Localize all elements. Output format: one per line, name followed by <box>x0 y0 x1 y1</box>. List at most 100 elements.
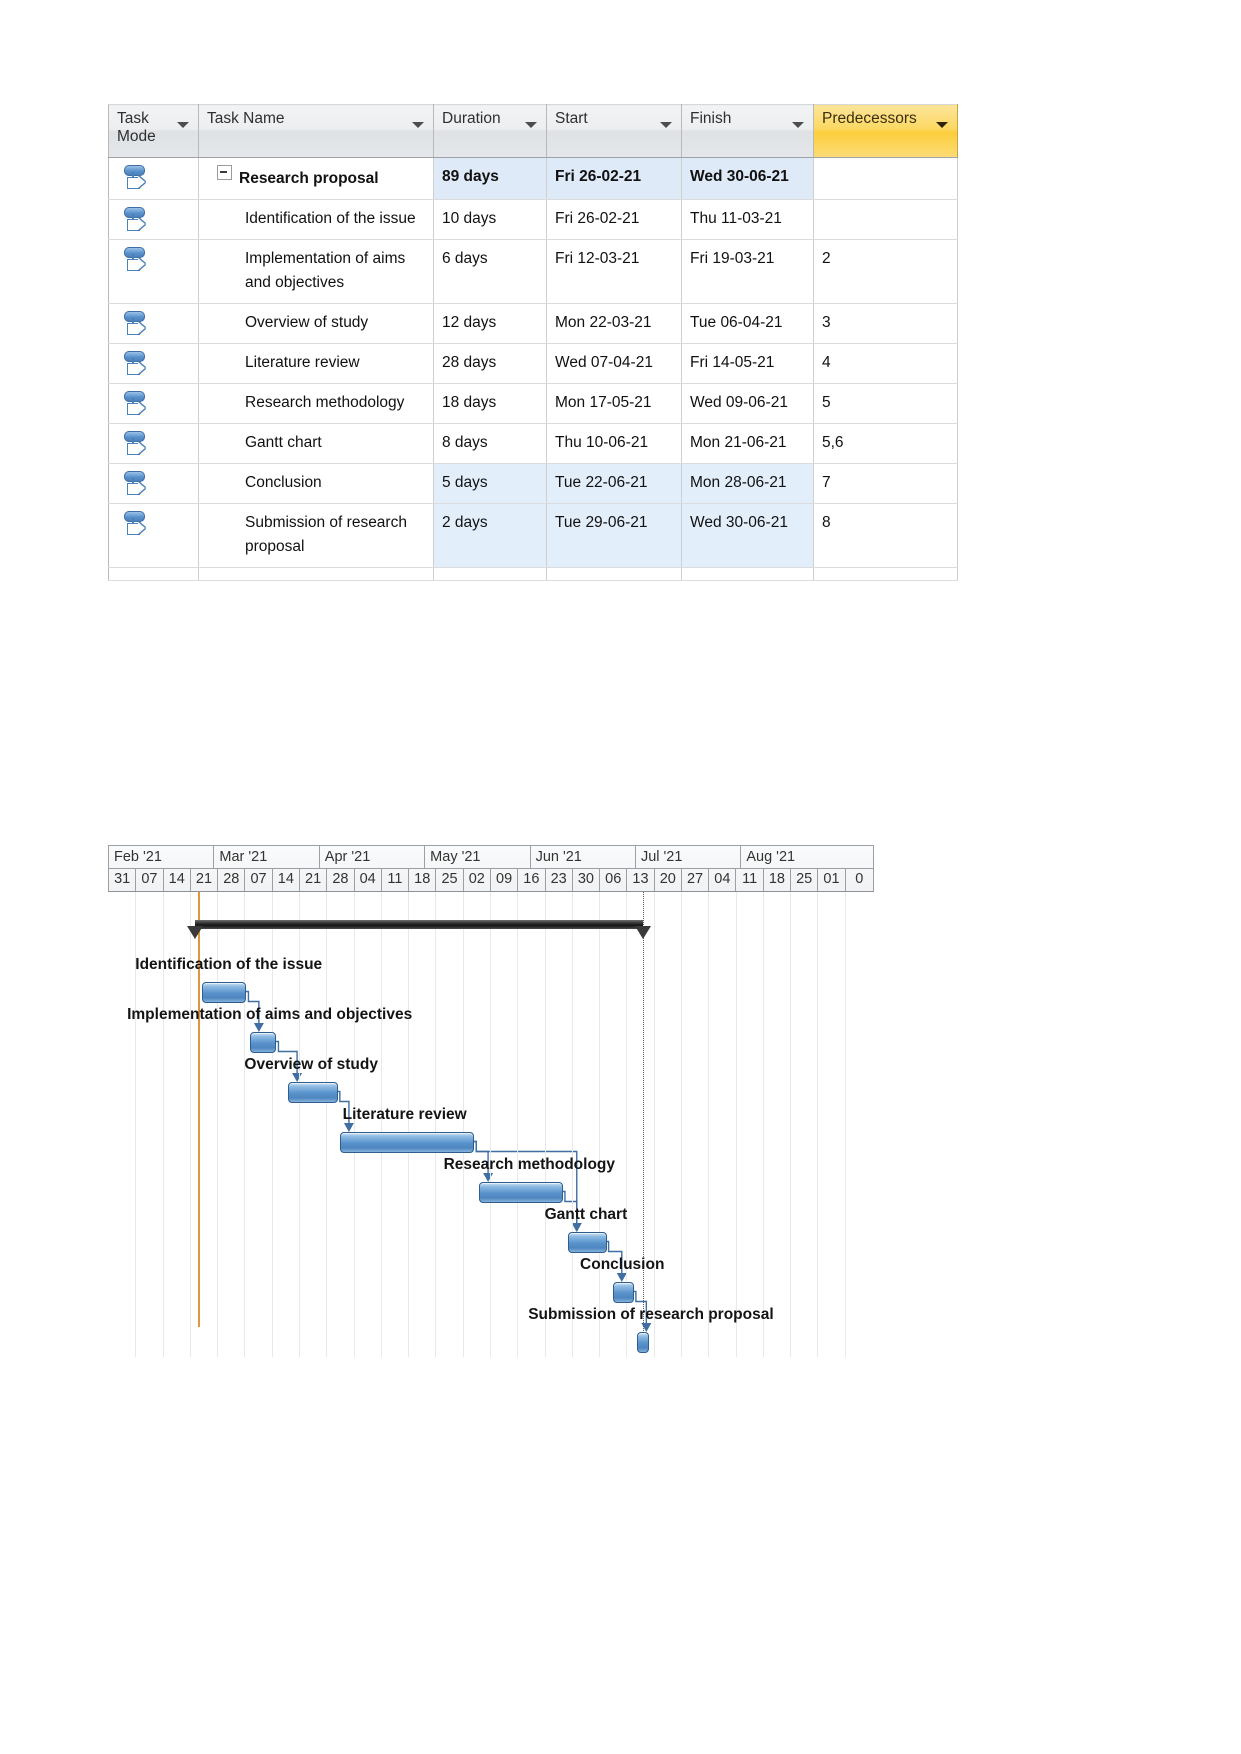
cell-finish[interactable]: Wed 30-06-21 <box>681 503 814 568</box>
table-row-empty[interactable] <box>108 567 958 581</box>
column-header-start[interactable]: Start <box>546 104 682 158</box>
cell-start[interactable]: Mon 22-03-21 <box>546 303 682 344</box>
cell-task-name[interactable]: Identification of the issue <box>198 199 434 240</box>
cell-predecessors[interactable] <box>813 157 958 200</box>
table-row[interactable]: Overview of study 12 days Mon 22-03-21 Tue … <box>108 303 958 344</box>
start-text: Mon 17-05-21 <box>555 394 652 411</box>
gantt-task-bar[interactable] <box>637 1332 650 1353</box>
auto-schedule-icon[interactable] <box>123 510 149 536</box>
cell-predecessors[interactable] <box>813 199 958 240</box>
table-row[interactable]: Submission of research proposal 2 days Tue… <box>108 503 958 568</box>
cell-task-name[interactable]: Literature review <box>198 343 434 384</box>
table-row[interactable]: Research proposal 89 days Fri 26-02-21 Wed … <box>108 157 958 200</box>
cell-task-name[interactable]: Gantt chart <box>198 423 434 464</box>
table-row[interactable]: Identification of the issue 10 days Fri 26… <box>108 199 958 240</box>
cell-duration[interactable]: 5 days <box>433 463 547 504</box>
cell-start[interactable]: Fri 26-02-21 <box>546 157 682 200</box>
timescale-week-cell: 14 <box>164 869 191 891</box>
cell-start[interactable]: Tue 29-06-21 <box>546 503 682 568</box>
cell-finish[interactable]: Mon 21-06-21 <box>681 423 814 464</box>
collapse-toggle-icon[interactable] <box>217 165 232 180</box>
cell-finish[interactable]: Fri 14-05-21 <box>681 343 814 384</box>
cell-task-mode[interactable] <box>108 503 199 568</box>
cell-task-mode[interactable] <box>108 239 199 304</box>
cell-finish[interactable]: Wed 30-06-21 <box>681 157 814 200</box>
cell-finish[interactable]: Wed 09-06-21 <box>681 383 814 424</box>
auto-schedule-icon[interactable] <box>123 390 149 416</box>
cell-start[interactable]: Tue 22-06-21 <box>546 463 682 504</box>
table-row[interactable]: Research methodology 18 days Mon 17-05-21 W… <box>108 383 958 424</box>
gantt-task-bar[interactable] <box>202 982 247 1003</box>
filter-arrow-icon[interactable] <box>936 122 948 128</box>
cell-task-mode[interactable] <box>108 303 199 344</box>
cell-predecessors[interactable]: 5 <box>813 383 958 424</box>
gantt-task-bar[interactable] <box>288 1082 338 1103</box>
auto-schedule-icon[interactable] <box>123 164 149 190</box>
cell-task-name[interactable]: Submission of research proposal <box>198 503 434 568</box>
column-header-task-name[interactable]: Task Name <box>198 104 434 158</box>
gantt-task-bar[interactable] <box>339 1132 475 1153</box>
cell-start[interactable]: Fri 26-02-21 <box>546 199 682 240</box>
auto-schedule-icon[interactable] <box>123 470 149 496</box>
cell-task-mode[interactable] <box>108 199 199 240</box>
cell-predecessors[interactable]: 3 <box>813 303 958 344</box>
cell-start[interactable]: Mon 17-05-21 <box>546 383 682 424</box>
cell-task-mode[interactable] <box>108 343 199 384</box>
auto-schedule-icon[interactable] <box>123 350 149 376</box>
cell-predecessors[interactable]: 4 <box>813 343 958 384</box>
table-row[interactable]: Gantt chart 8 days Thu 10-06-21 Mon 21-06-2… <box>108 423 958 464</box>
cell-task-mode[interactable] <box>108 157 199 200</box>
cell-duration[interactable]: 89 days <box>433 157 547 200</box>
gantt-link-arrow <box>292 1073 303 1082</box>
gantt-task-bar[interactable] <box>249 1032 277 1053</box>
gantt-task-bar[interactable] <box>479 1182 563 1203</box>
cell-task-mode[interactable] <box>108 463 199 504</box>
column-header-duration[interactable]: Duration <box>433 104 547 158</box>
cell-finish[interactable]: Fri 19-03-21 <box>681 239 814 304</box>
cell-task-name[interactable]: Overview of study <box>198 303 434 344</box>
cell-start[interactable]: Wed 07-04-21 <box>546 343 682 384</box>
table-row[interactable]: Conclusion 5 days Tue 22-06-21 Mon 28-06-21… <box>108 463 958 504</box>
table-row[interactable]: Implementation of aims and objectives 6 d… <box>108 239 958 304</box>
gantt-task-bar[interactable] <box>567 1232 607 1253</box>
cell-finish[interactable]: Thu 11-03-21 <box>681 199 814 240</box>
filter-arrow-icon[interactable] <box>412 122 424 128</box>
auto-schedule-icon[interactable] <box>123 206 149 232</box>
cell-duration[interactable]: 10 days <box>433 199 547 240</box>
auto-schedule-icon[interactable] <box>123 430 149 456</box>
filter-arrow-icon[interactable] <box>525 122 537 128</box>
filter-arrow-icon[interactable] <box>660 122 672 128</box>
cell-predecessors[interactable]: 7 <box>813 463 958 504</box>
cell-duration[interactable]: 6 days <box>433 239 547 304</box>
cell-finish[interactable]: Tue 06-04-21 <box>681 303 814 344</box>
filter-arrow-icon[interactable] <box>792 122 804 128</box>
summary-bar[interactable] <box>195 920 643 929</box>
column-header-predecessors[interactable]: Predecessors <box>813 104 958 158</box>
cell-start[interactable]: Fri 12-03-21 <box>546 239 682 304</box>
column-header-task-mode[interactable]: Task Mode <box>108 104 199 158</box>
cell-task-name[interactable]: Conclusion <box>198 463 434 504</box>
filter-arrow-icon[interactable] <box>177 122 189 128</box>
cell-start[interactable]: Thu 10-06-21 <box>546 423 682 464</box>
timescale-week-cell: 01 <box>818 869 846 891</box>
cell-task-name[interactable]: Research proposal <box>198 157 434 200</box>
cell-predecessors[interactable]: 5,6 <box>813 423 958 464</box>
cell-finish[interactable]: Mon 28-06-21 <box>681 463 814 504</box>
gantt-task-bar[interactable] <box>612 1282 634 1303</box>
table-row[interactable]: Literature review 28 days Wed 07-04-21 Fri … <box>108 343 958 384</box>
cell-duration[interactable]: 8 days <box>433 423 547 464</box>
cell-task-mode[interactable] <box>108 383 199 424</box>
cell-task-name[interactable]: Research methodology <box>198 383 434 424</box>
cell-duration[interactable]: 2 days <box>433 503 547 568</box>
auto-schedule-icon[interactable] <box>123 310 149 336</box>
column-header-finish[interactable]: Finish <box>681 104 814 158</box>
cell-predecessors[interactable]: 8 <box>813 503 958 568</box>
gantt-timescale: Feb '21 Mar '21 Apr '21 May '21 Jun '21 Jul '… <box>108 845 874 892</box>
cell-task-name[interactable]: Implementation of aims and objectives <box>198 239 434 304</box>
cell-task-mode[interactable] <box>108 423 199 464</box>
auto-schedule-icon[interactable] <box>123 246 149 272</box>
cell-duration[interactable]: 12 days <box>433 303 547 344</box>
cell-predecessors[interactable]: 2 <box>813 239 958 304</box>
cell-duration[interactable]: 28 days <box>433 343 547 384</box>
cell-duration[interactable]: 18 days <box>433 383 547 424</box>
